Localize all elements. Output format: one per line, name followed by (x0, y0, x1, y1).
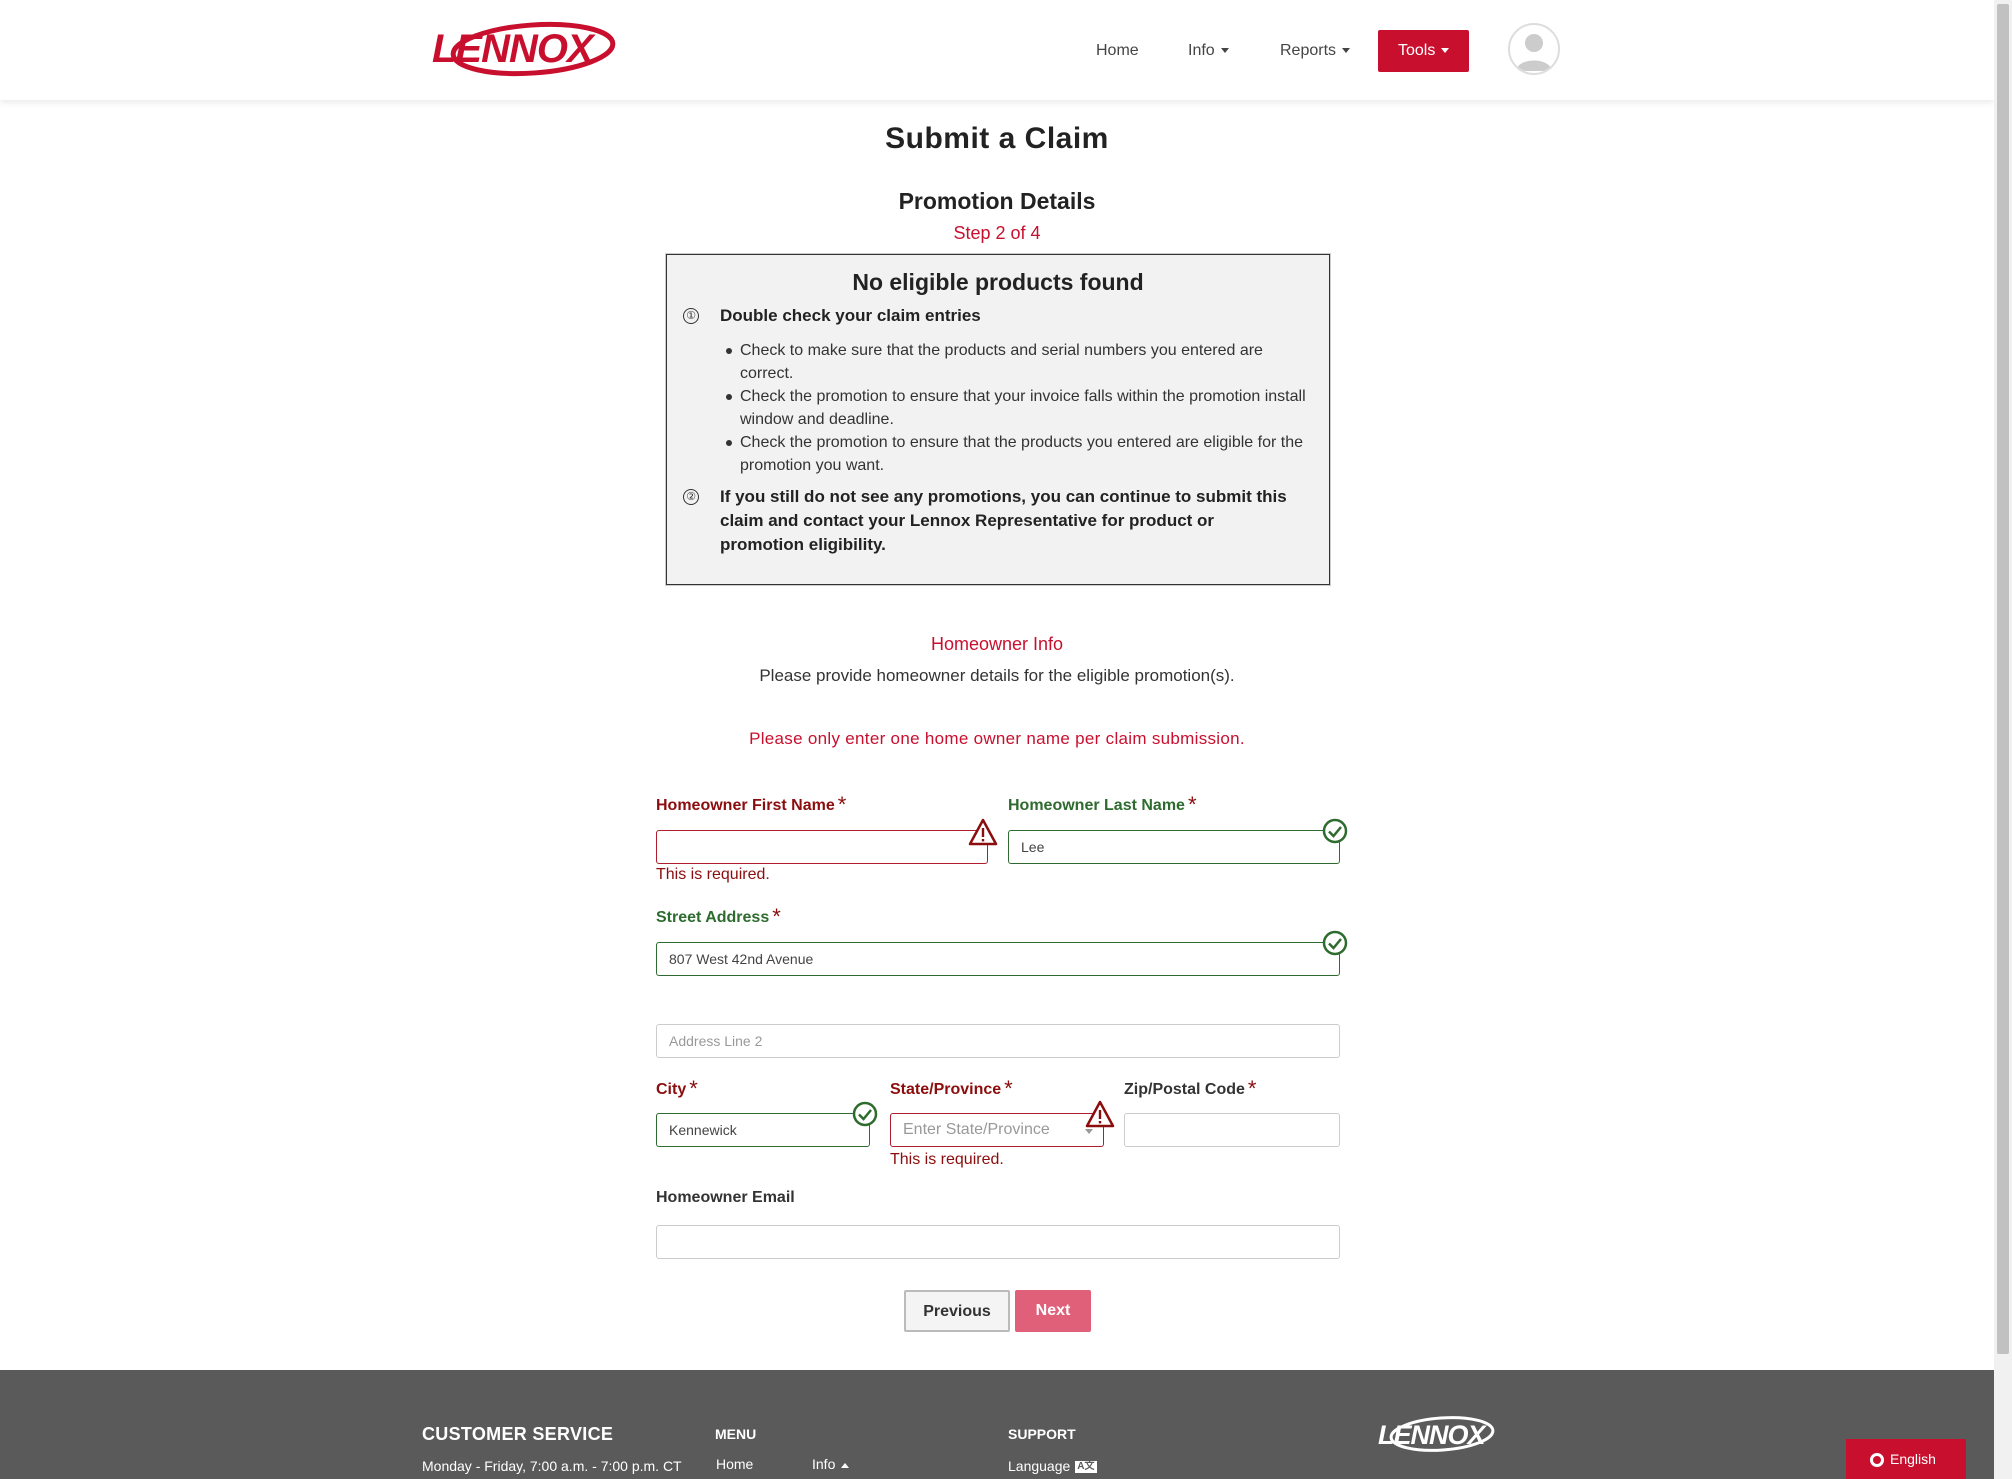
language-selector-label: English (1890, 1451, 1936, 1467)
globe-icon (1870, 1453, 1884, 1468)
footer-customer-service-title: CUSTOMER SERVICE (422, 1424, 614, 1444)
page-title: Submit a Claim (885, 122, 1109, 155)
city-label-text: City (656, 1081, 687, 1098)
required-marker: * (1247, 1076, 1257, 1101)
nav-info[interactable]: Info (1188, 30, 1229, 72)
caret-down-icon (1342, 48, 1351, 54)
city-label: City * (656, 1076, 698, 1102)
user-icon (1516, 34, 1552, 71)
previous-button[interactable]: Previous (904, 1290, 1010, 1332)
state-label: State/Province * (890, 1076, 1013, 1102)
warning-icon (1085, 1100, 1115, 1128)
step-indicator: Step 2 of 4 (953, 223, 1041, 243)
state-label-text: State/Province (890, 1081, 1002, 1098)
list-item: Check the promotion to ensure that the p… (726, 431, 1310, 477)
first-name-error: This is required. (656, 866, 770, 883)
footer-hours: Monday - Friday, 7:00 a.m. - 7:00 p.m. C… (422, 1458, 682, 1474)
last-name-label-text: Homeowner Last Name (1008, 797, 1185, 814)
last-name-input[interactable]: Lee (1008, 830, 1340, 864)
street-address-label-text: Street Address (656, 909, 770, 926)
footer-link-info-label: Info (812, 1456, 836, 1472)
caret-down-icon (1441, 48, 1450, 54)
last-name-label: Homeowner Last Name * (1008, 792, 1197, 818)
footer-link-home[interactable]: Home (716, 1456, 753, 1472)
nav-reports-label: Reports (1280, 42, 1337, 59)
nav-tools[interactable]: Tools (1378, 30, 1470, 72)
address-line-2-placeholder: Address Line 2 (669, 1033, 763, 1049)
caret-up-icon (841, 1462, 850, 1468)
main-nav: Home Info Reports Tools (0, 30, 1994, 72)
email-label: Homeowner Email (656, 1189, 795, 1206)
footer-logo-text: LENNOX (1378, 1420, 1488, 1450)
scrollbar-thumb[interactable] (1997, 4, 2009, 1354)
first-name-label: Homeowner First Name * (656, 792, 846, 818)
first-name-input[interactable] (656, 830, 988, 864)
alert-title: No eligible products found (852, 269, 1144, 295)
list-item: Check to make sure that the products and… (726, 339, 1310, 385)
first-name-label-text: Homeowner First Name (656, 797, 835, 814)
city-input[interactable]: Kennewick (656, 1113, 870, 1147)
site-header: LENNOX Home Info Reports Tools (0, 0, 1994, 100)
list-item: Check the promotion to ensure that your … (726, 385, 1310, 431)
user-avatar[interactable] (1508, 23, 1560, 75)
alert-heading-2: If you still do not see any promotions, … (720, 487, 1287, 554)
check-circle-icon (1322, 818, 1348, 844)
zip-label: Zip/Postal Code * (1124, 1076, 1256, 1102)
required-marker: * (689, 1076, 698, 1101)
next-button[interactable]: Next (1015, 1290, 1091, 1332)
no-products-alert: No eligible products found ① Double chec… (666, 254, 1330, 585)
alert-heading-1: Double check your claim entries (720, 306, 981, 325)
required-marker: * (1004, 1076, 1013, 1101)
street-address-label: Street Address * (656, 904, 781, 930)
address-line-2-input[interactable]: Address Line 2 (656, 1024, 1340, 1058)
homeowner-description: Please provide homeowner details for the… (759, 666, 1235, 685)
footer-lennox-logo: LENNOX (1378, 1416, 1495, 1452)
required-marker: * (772, 904, 781, 929)
chevron-down-icon (1085, 1129, 1093, 1134)
nav-home[interactable]: Home (1096, 30, 1139, 72)
state-placeholder: Enter State/Province (903, 1121, 1050, 1138)
check-circle-icon (852, 1101, 878, 1127)
nav-info-label: Info (1188, 42, 1215, 59)
homeowner-section-title: Homeowner Info (930, 634, 1064, 654)
nav-reports[interactable]: Reports (1280, 30, 1351, 72)
state-select[interactable]: Enter State/Province (890, 1113, 1104, 1147)
required-marker: * (1187, 792, 1197, 817)
nav-tools-label: Tools (1398, 42, 1436, 59)
footer-support-heading: SUPPORT (1008, 1426, 1076, 1442)
zip-input[interactable] (1124, 1113, 1340, 1147)
page: LENNOX Home Info Reports Tools Submit a … (0, 0, 1994, 1479)
site-footer: CUSTOMER SERVICE Monday - Friday, 7:00 a… (0, 1370, 1994, 1479)
warning-icon (968, 818, 998, 846)
footer-menu-heading: MENU (715, 1426, 757, 1442)
page-scrollbar[interactable] (1994, 0, 2012, 1479)
number-two-icon: ② (683, 489, 699, 505)
alert-checklist: Check to make sure that the products and… (726, 339, 1310, 477)
info-icon: ① (683, 308, 699, 324)
language-selector-button[interactable]: English (1846, 1439, 1966, 1479)
translate-icon: A文 (1075, 1461, 1097, 1474)
required-marker: * (837, 792, 847, 817)
caret-down-icon (1220, 48, 1229, 54)
homeowner-notice: Please only enter one home owner name pe… (749, 729, 1245, 748)
nav-home-label: Home (1096, 42, 1139, 59)
zip-label-text: Zip/Postal Code (1124, 1081, 1245, 1098)
footer-link-language-label: Language (1008, 1458, 1071, 1474)
page-subtitle: Promotion Details (898, 188, 1096, 214)
footer-link-language[interactable]: Language A文 (1008, 1458, 1097, 1474)
footer-link-info[interactable]: Info (812, 1456, 850, 1472)
state-error: This is required. (890, 1151, 1004, 1168)
email-input[interactable] (656, 1225, 1340, 1259)
street-address-input[interactable]: 807 West 42nd Avenue (656, 942, 1340, 976)
check-circle-icon (1322, 930, 1348, 956)
